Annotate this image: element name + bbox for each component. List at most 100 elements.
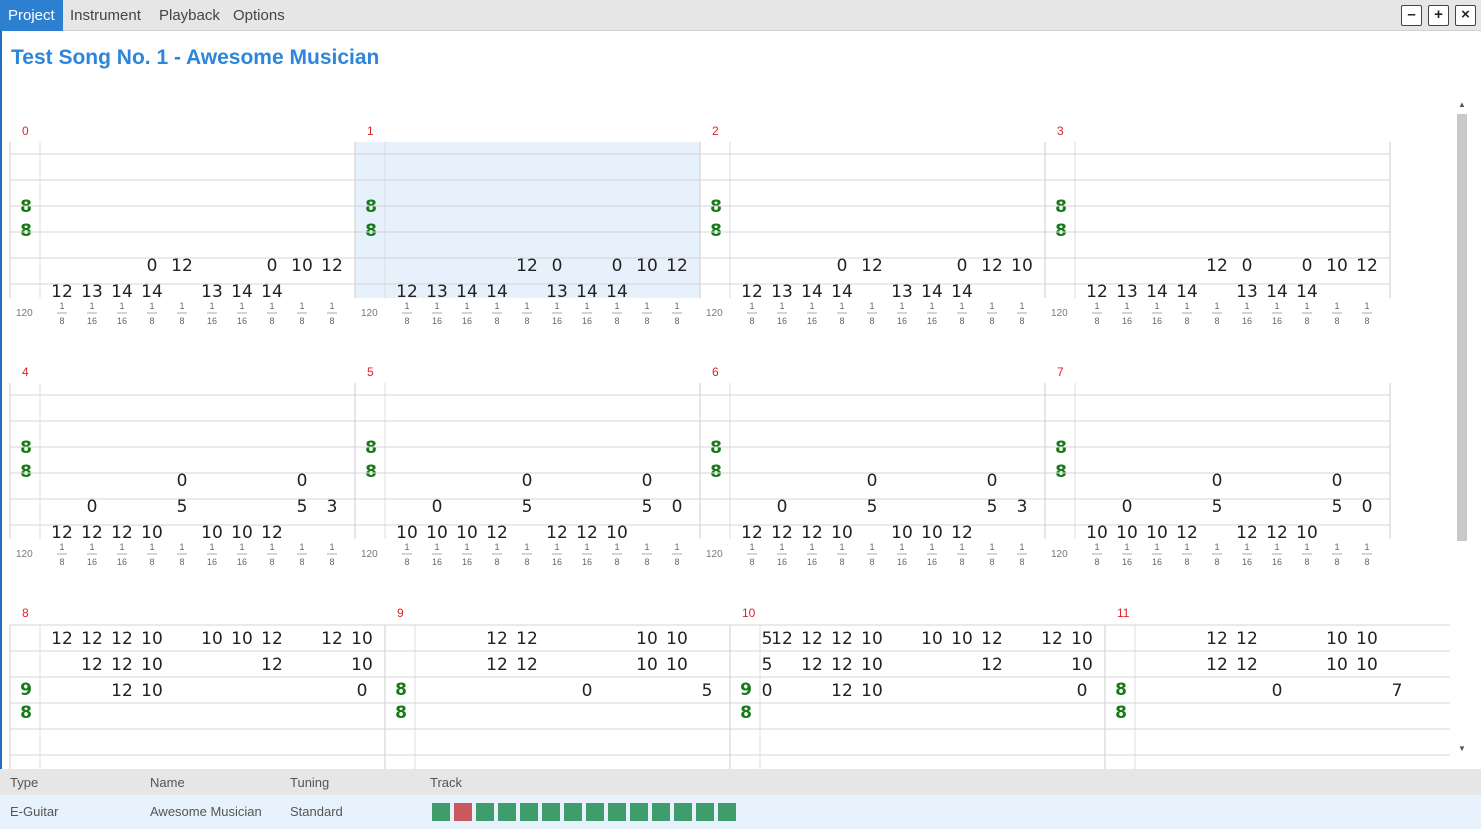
tab-note: 10 <box>1086 523 1108 543</box>
rhythm-denominator: 8 <box>179 316 184 326</box>
track-measure-block[interactable] <box>564 803 582 821</box>
tab-area[interactable]: 0 8 8 0 12 0 10 12 12 13 14 14 13 14 14 120 1 8 1 16 1 16 1 8 1 8… <box>0 0 1481 769</box>
menu-playback[interactable]: Playback <box>151 0 228 31</box>
track-measure-block[interactable] <box>718 803 736 821</box>
rhythm-denominator: 8 <box>1334 316 1339 326</box>
track-measure-block[interactable] <box>608 803 626 821</box>
scroll-up-arrow-icon[interactable]: ▲ <box>1456 99 1468 111</box>
tab-note: 5 <box>702 681 713 701</box>
menu-project[interactable]: Project <box>0 0 63 31</box>
rhythm-denominator: 8 <box>839 557 844 567</box>
menu-options[interactable]: Options <box>225 0 293 31</box>
track-measure-block[interactable] <box>498 803 516 821</box>
rhythm-numerator: 1 <box>674 542 679 552</box>
rhythm-denominator: 16 <box>462 557 472 567</box>
close-button[interactable]: × <box>1455 5 1476 26</box>
rhythm-denominator: 8 <box>839 316 844 326</box>
track-measure-block[interactable] <box>476 803 494 821</box>
tab-note: 10 <box>1296 523 1318 543</box>
track-measure-block[interactable] <box>696 803 714 821</box>
rhythm-numerator: 1 <box>329 301 334 311</box>
tab-note: 12 <box>111 523 133 543</box>
rhythm-numerator: 1 <box>1094 542 1099 552</box>
rhythm-denominator: 8 <box>614 316 619 326</box>
track-measure-block[interactable] <box>432 803 450 821</box>
rhythm-numerator: 1 <box>1184 301 1189 311</box>
time-signature-bottom: 8 <box>365 221 377 241</box>
rhythm-denominator: 8 <box>179 557 184 567</box>
measure-number: 11 <box>1117 606 1130 620</box>
rhythm-denominator: 16 <box>207 316 217 326</box>
time-signature-bottom: 8 <box>740 703 752 723</box>
tab-note: 0 <box>552 256 563 276</box>
rhythm-numerator: 1 <box>149 542 154 552</box>
track-measure-block-selected[interactable] <box>454 803 472 821</box>
tab-note: 10 <box>921 629 943 649</box>
tab-note: 10 <box>831 523 853 543</box>
rhythm-denominator: 16 <box>237 557 247 567</box>
vertical-scrollbar[interactable]: ▲ ▼ <box>1453 96 1470 760</box>
tab-note: 12 <box>486 655 508 675</box>
rhythm-denominator: 8 <box>1094 316 1099 326</box>
time-signature-top: 8 <box>395 680 407 700</box>
tab-note: 12 <box>666 256 688 276</box>
tab-note: 12 <box>1206 655 1228 675</box>
tab-note: 5 <box>1212 497 1223 517</box>
scroll-thumb[interactable] <box>1457 114 1467 541</box>
tab-note: 12 <box>516 655 538 675</box>
track-measure-block[interactable] <box>630 803 648 821</box>
tab-note: 0 <box>1077 681 1088 701</box>
rhythm-numerator: 1 <box>89 542 94 552</box>
track-measure-block[interactable] <box>520 803 538 821</box>
time-signature-top: 8 <box>20 197 32 217</box>
rhythm-denominator: 8 <box>494 557 499 567</box>
rhythm-numerator: 1 <box>494 542 499 552</box>
rhythm-denominator: 16 <box>552 316 562 326</box>
rhythm-numerator: 1 <box>404 301 409 311</box>
tab-note: 12 <box>261 655 283 675</box>
tab-note: 10 <box>426 523 448 543</box>
tab-note: 5 <box>1332 497 1343 517</box>
rhythm-denominator: 8 <box>329 316 334 326</box>
maximize-button[interactable]: + <box>1428 5 1449 26</box>
tab-note: 12 <box>81 655 103 675</box>
tab-note: 14 <box>1176 282 1198 302</box>
tab-note: 12 <box>111 681 133 701</box>
track-measure-block[interactable] <box>586 803 604 821</box>
tab-note: 12 <box>396 282 418 302</box>
scroll-down-arrow-icon[interactable]: ▼ <box>1456 743 1468 755</box>
tab-note: 12 <box>1236 629 1258 649</box>
rhythm-denominator: 8 <box>749 316 754 326</box>
track-measure-block[interactable] <box>542 803 560 821</box>
tablature-canvas[interactable]: 0880 12 0 10 1212 13 14 14 13 14 14120181161161818… <box>0 0 1450 769</box>
rhythm-numerator: 1 <box>59 542 64 552</box>
tab-note: 14 <box>231 282 253 302</box>
track-row[interactable]: E-Guitar Awesome Musician Standard <box>0 795 1481 829</box>
tab-note: 0 <box>1212 471 1223 491</box>
rhythm-denominator: 16 <box>1152 316 1162 326</box>
menu-bar: Project Instrument Playback Options – + … <box>0 0 1481 31</box>
tab-note: 10 <box>1011 256 1033 276</box>
rhythm-numerator: 1 <box>779 542 784 552</box>
rhythm-numerator: 1 <box>839 542 844 552</box>
tab-note: 12 <box>831 655 853 675</box>
tab-note: 14 <box>801 282 823 302</box>
tab-note: 13 <box>426 282 448 302</box>
rhythm-numerator: 1 <box>269 542 274 552</box>
tab-note: 0 <box>177 471 188 491</box>
tab-note: 13 <box>546 282 568 302</box>
tab-note: 13 <box>1116 282 1138 302</box>
track-measure-block[interactable] <box>674 803 692 821</box>
minimize-button[interactable]: – <box>1401 5 1422 26</box>
rhythm-denominator: 8 <box>1364 316 1369 326</box>
menu-instrument[interactable]: Instrument <box>62 0 149 31</box>
rhythm-numerator: 1 <box>239 542 244 552</box>
tab-note: 10 <box>141 681 163 701</box>
tab-note: 12 <box>51 523 73 543</box>
rhythm-denominator: 8 <box>959 316 964 326</box>
time-signature-bottom: 8 <box>1115 703 1127 723</box>
tab-note: 10 <box>201 523 223 543</box>
rhythm-numerator: 1 <box>89 301 94 311</box>
track-measure-block[interactable] <box>652 803 670 821</box>
rhythm-denominator: 16 <box>1152 557 1162 567</box>
